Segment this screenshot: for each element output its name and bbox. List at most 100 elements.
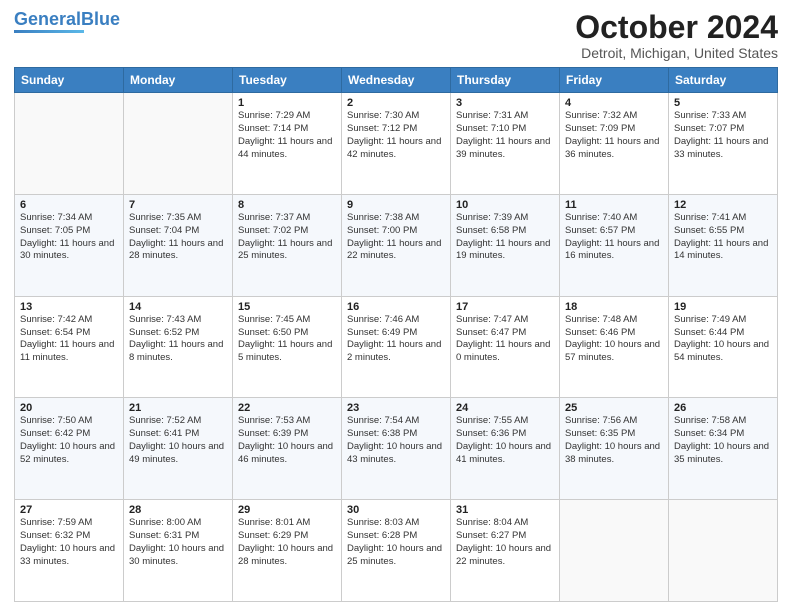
cell-text: Sunrise: 7:38 AMSunset: 7:00 PMDaylight:… <box>347 212 445 263</box>
calendar-week-4: 20Sunrise: 7:50 AMSunset: 6:42 PMDayligh… <box>15 398 778 500</box>
logo-blue: Blue <box>81 9 120 29</box>
title-area: October 2024 Detroit, Michigan, United S… <box>575 10 778 61</box>
table-row: 13Sunrise: 7:42 AMSunset: 6:54 PMDayligh… <box>15 296 124 398</box>
cell-text: Sunrise: 7:34 AMSunset: 7:05 PMDaylight:… <box>20 212 118 263</box>
cell-text: Sunrise: 7:46 AMSunset: 6:49 PMDaylight:… <box>347 314 445 365</box>
cell-text: Sunrise: 7:49 AMSunset: 6:44 PMDaylight:… <box>674 314 772 365</box>
calendar-week-1: 1Sunrise: 7:29 AMSunset: 7:14 PMDaylight… <box>15 93 778 195</box>
day-number: 7 <box>129 199 227 211</box>
day-number: 26 <box>674 402 772 414</box>
cell-text: Sunrise: 7:42 AMSunset: 6:54 PMDaylight:… <box>20 314 118 365</box>
calendar-week-5: 27Sunrise: 7:59 AMSunset: 6:32 PMDayligh… <box>15 500 778 602</box>
table-row: 21Sunrise: 7:52 AMSunset: 6:41 PMDayligh… <box>124 398 233 500</box>
day-number: 16 <box>347 301 445 313</box>
day-number: 25 <box>565 402 663 414</box>
calendar: Sunday Monday Tuesday Wednesday Thursday… <box>14 67 778 602</box>
table-row: 12Sunrise: 7:41 AMSunset: 6:55 PMDayligh… <box>669 194 778 296</box>
table-row: 1Sunrise: 7:29 AMSunset: 7:14 PMDaylight… <box>233 93 342 195</box>
table-row: 17Sunrise: 7:47 AMSunset: 6:47 PMDayligh… <box>451 296 560 398</box>
day-number: 9 <box>347 199 445 211</box>
table-row: 4Sunrise: 7:32 AMSunset: 7:09 PMDaylight… <box>560 93 669 195</box>
table-row: 27Sunrise: 7:59 AMSunset: 6:32 PMDayligh… <box>15 500 124 602</box>
header-friday: Friday <box>560 68 669 93</box>
logo-line <box>14 30 84 33</box>
cell-text: Sunrise: 7:39 AMSunset: 6:58 PMDaylight:… <box>456 212 554 263</box>
cell-text: Sunrise: 7:55 AMSunset: 6:36 PMDaylight:… <box>456 415 554 466</box>
cell-text: Sunrise: 7:48 AMSunset: 6:46 PMDaylight:… <box>565 314 663 365</box>
day-number: 10 <box>456 199 554 211</box>
table-row: 19Sunrise: 7:49 AMSunset: 6:44 PMDayligh… <box>669 296 778 398</box>
header-wednesday: Wednesday <box>342 68 451 93</box>
day-number: 8 <box>238 199 336 211</box>
calendar-week-3: 13Sunrise: 7:42 AMSunset: 6:54 PMDayligh… <box>15 296 778 398</box>
day-number: 1 <box>238 97 336 109</box>
day-number: 11 <box>565 199 663 211</box>
day-number: 21 <box>129 402 227 414</box>
header-tuesday: Tuesday <box>233 68 342 93</box>
table-row: 18Sunrise: 7:48 AMSunset: 6:46 PMDayligh… <box>560 296 669 398</box>
logo-general: General <box>14 9 81 29</box>
table-row: 2Sunrise: 7:30 AMSunset: 7:12 PMDaylight… <box>342 93 451 195</box>
cell-text: Sunrise: 8:01 AMSunset: 6:29 PMDaylight:… <box>238 517 336 568</box>
day-number: 2 <box>347 97 445 109</box>
day-number: 4 <box>565 97 663 109</box>
calendar-week-2: 6Sunrise: 7:34 AMSunset: 7:05 PMDaylight… <box>15 194 778 296</box>
day-number: 28 <box>129 504 227 516</box>
table-row: 9Sunrise: 7:38 AMSunset: 7:00 PMDaylight… <box>342 194 451 296</box>
day-number: 6 <box>20 199 118 211</box>
day-number: 12 <box>674 199 772 211</box>
day-number: 5 <box>674 97 772 109</box>
table-row <box>124 93 233 195</box>
day-number: 24 <box>456 402 554 414</box>
table-row <box>669 500 778 602</box>
cell-text: Sunrise: 7:45 AMSunset: 6:50 PMDaylight:… <box>238 314 336 365</box>
header: GeneralBlue October 2024 Detroit, Michig… <box>14 10 778 61</box>
day-number: 18 <box>565 301 663 313</box>
table-row: 26Sunrise: 7:58 AMSunset: 6:34 PMDayligh… <box>669 398 778 500</box>
cell-text: Sunrise: 7:58 AMSunset: 6:34 PMDaylight:… <box>674 415 772 466</box>
table-row: 23Sunrise: 7:54 AMSunset: 6:38 PMDayligh… <box>342 398 451 500</box>
day-number: 22 <box>238 402 336 414</box>
cell-text: Sunrise: 7:33 AMSunset: 7:07 PMDaylight:… <box>674 110 772 161</box>
table-row: 15Sunrise: 7:45 AMSunset: 6:50 PMDayligh… <box>233 296 342 398</box>
table-row <box>15 93 124 195</box>
table-row: 7Sunrise: 7:35 AMSunset: 7:04 PMDaylight… <box>124 194 233 296</box>
day-number: 30 <box>347 504 445 516</box>
table-row: 20Sunrise: 7:50 AMSunset: 6:42 PMDayligh… <box>15 398 124 500</box>
table-row: 3Sunrise: 7:31 AMSunset: 7:10 PMDaylight… <box>451 93 560 195</box>
cell-text: Sunrise: 7:54 AMSunset: 6:38 PMDaylight:… <box>347 415 445 466</box>
table-row: 11Sunrise: 7:40 AMSunset: 6:57 PMDayligh… <box>560 194 669 296</box>
day-number: 13 <box>20 301 118 313</box>
table-row: 8Sunrise: 7:37 AMSunset: 7:02 PMDaylight… <box>233 194 342 296</box>
cell-text: Sunrise: 7:40 AMSunset: 6:57 PMDaylight:… <box>565 212 663 263</box>
day-number: 29 <box>238 504 336 516</box>
cell-text: Sunrise: 7:43 AMSunset: 6:52 PMDaylight:… <box>129 314 227 365</box>
table-row: 5Sunrise: 7:33 AMSunset: 7:07 PMDaylight… <box>669 93 778 195</box>
header-saturday: Saturday <box>669 68 778 93</box>
day-number: 15 <box>238 301 336 313</box>
day-number: 31 <box>456 504 554 516</box>
table-row: 30Sunrise: 8:03 AMSunset: 6:28 PMDayligh… <box>342 500 451 602</box>
cell-text: Sunrise: 7:31 AMSunset: 7:10 PMDaylight:… <box>456 110 554 161</box>
cell-text: Sunrise: 7:35 AMSunset: 7:04 PMDaylight:… <box>129 212 227 263</box>
cell-text: Sunrise: 7:59 AMSunset: 6:32 PMDaylight:… <box>20 517 118 568</box>
cell-text: Sunrise: 7:41 AMSunset: 6:55 PMDaylight:… <box>674 212 772 263</box>
weekday-header-row: Sunday Monday Tuesday Wednesday Thursday… <box>15 68 778 93</box>
table-row: 22Sunrise: 7:53 AMSunset: 6:39 PMDayligh… <box>233 398 342 500</box>
cell-text: Sunrise: 7:37 AMSunset: 7:02 PMDaylight:… <box>238 212 336 263</box>
cell-text: Sunrise: 7:56 AMSunset: 6:35 PMDaylight:… <box>565 415 663 466</box>
header-monday: Monday <box>124 68 233 93</box>
main-title: October 2024 <box>575 10 778 45</box>
header-thursday: Thursday <box>451 68 560 93</box>
day-number: 20 <box>20 402 118 414</box>
cell-text: Sunrise: 7:52 AMSunset: 6:41 PMDaylight:… <box>129 415 227 466</box>
day-number: 3 <box>456 97 554 109</box>
table-row: 29Sunrise: 8:01 AMSunset: 6:29 PMDayligh… <box>233 500 342 602</box>
page: GeneralBlue October 2024 Detroit, Michig… <box>0 0 792 612</box>
day-number: 14 <box>129 301 227 313</box>
cell-text: Sunrise: 8:03 AMSunset: 6:28 PMDaylight:… <box>347 517 445 568</box>
cell-text: Sunrise: 7:29 AMSunset: 7:14 PMDaylight:… <box>238 110 336 161</box>
cell-text: Sunrise: 7:47 AMSunset: 6:47 PMDaylight:… <box>456 314 554 365</box>
cell-text: Sunrise: 7:32 AMSunset: 7:09 PMDaylight:… <box>565 110 663 161</box>
cell-text: Sunrise: 7:53 AMSunset: 6:39 PMDaylight:… <box>238 415 336 466</box>
